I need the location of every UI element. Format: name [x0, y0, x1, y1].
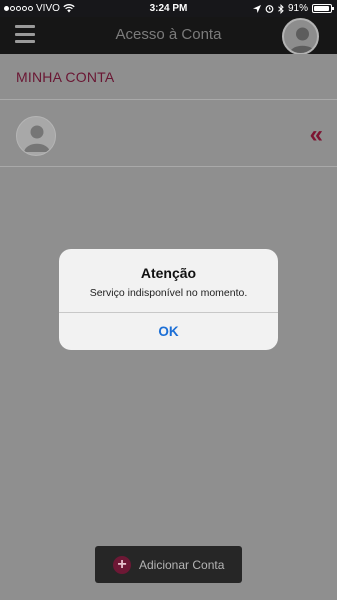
- add-account-button[interactable]: + Adicionar Conta: [95, 546, 242, 583]
- dialog-message: Serviço indisponível no momento.: [89, 287, 248, 299]
- battery-fill: [314, 6, 329, 11]
- plus-icon: +: [113, 555, 131, 574]
- nav-bar: Acesso à Conta: [0, 17, 337, 55]
- section-header: MINHA CONTA: [0, 54, 337, 100]
- add-account-label: Adicionar Conta: [139, 557, 225, 572]
- alarm-icon: [265, 5, 274, 13]
- dialog-title: Atenção: [140, 265, 197, 281]
- double-chevron-left-icon[interactable]: «: [310, 123, 323, 147]
- ok-button[interactable]: OK: [59, 313, 278, 350]
- bluetooth-icon: [278, 3, 284, 14]
- profile-icon[interactable]: [282, 18, 319, 55]
- battery-icon: [312, 4, 334, 13]
- account-row[interactable]: «: [0, 101, 337, 167]
- section-title: MINHA CONTA: [16, 69, 115, 85]
- alert-dialog: Atenção Serviço indisponível no momento.…: [59, 249, 278, 350]
- status-right: 91%: [252, 3, 334, 14]
- status-bar: VIVO 3:24 PM 91%: [0, 0, 337, 17]
- avatar-icon: [16, 116, 56, 156]
- battery-percent: 91%: [287, 3, 308, 14]
- location-arrow-icon: [252, 4, 261, 13]
